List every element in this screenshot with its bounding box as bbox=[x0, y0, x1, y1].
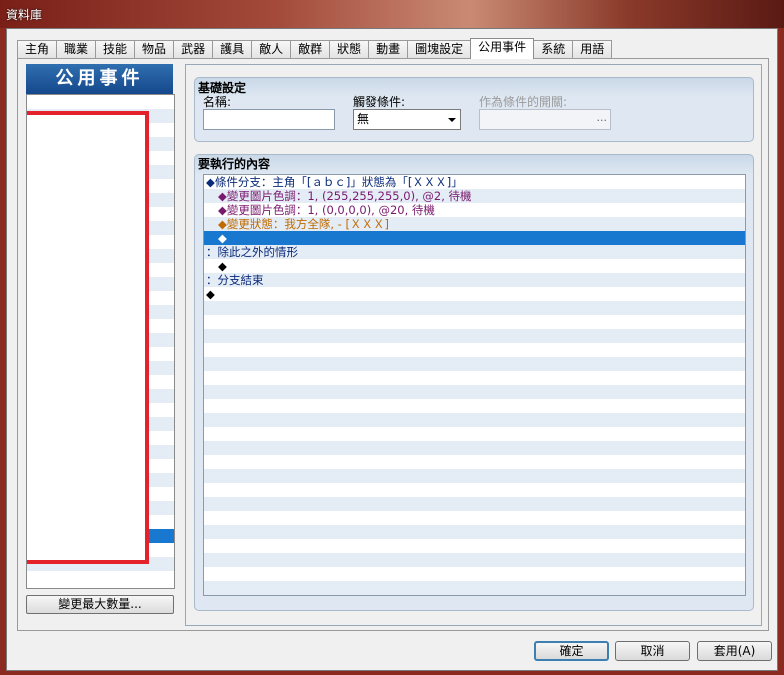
tab-0[interactable]: 主角 bbox=[17, 40, 58, 59]
command-row[interactable] bbox=[204, 343, 745, 357]
command-row[interactable] bbox=[204, 441, 745, 455]
command-row[interactable] bbox=[204, 539, 745, 553]
chevron-down-icon bbox=[448, 118, 456, 122]
tab-11[interactable]: 公用事件 bbox=[470, 38, 535, 59]
left-list-header: 公用事件 bbox=[26, 64, 173, 94]
execution-content-group: 要執行的內容 ◆條件分支：主角「[ａｂｃ]」狀態為「[ＸＸＸ]」 ◆變更圖片色調：… bbox=[194, 154, 754, 611]
command-text: ◆變更圖片色調：1, (255,255,255,0), @2, 待機 bbox=[218, 189, 472, 203]
tab-9[interactable]: 動畫 bbox=[368, 40, 409, 59]
command-row[interactable] bbox=[204, 329, 745, 343]
change-max-button[interactable]: 變更最大數量... bbox=[26, 595, 174, 614]
command-row[interactable] bbox=[204, 567, 745, 581]
list-item[interactable] bbox=[27, 571, 174, 585]
command-text: ◆ bbox=[218, 259, 227, 273]
condition-switch-field: ... bbox=[479, 109, 611, 130]
command-row[interactable] bbox=[204, 399, 745, 413]
command-text: ◆ bbox=[206, 287, 215, 301]
command-text: ：分支結束 bbox=[206, 273, 264, 287]
cancel-button[interactable]: 取消 bbox=[615, 641, 690, 661]
command-row[interactable] bbox=[204, 301, 745, 315]
tab-1[interactable]: 職業 bbox=[56, 40, 97, 59]
tab-12[interactable]: 系統 bbox=[533, 40, 574, 59]
command-row[interactable] bbox=[204, 357, 745, 371]
command-row[interactable]: ：分支結束 bbox=[204, 273, 745, 287]
tab-10[interactable]: 圖塊設定 bbox=[407, 40, 472, 59]
condition-switch-label: 作為條件的開關: bbox=[479, 95, 568, 109]
name-label: 名稱: bbox=[203, 95, 232, 109]
list-item[interactable] bbox=[27, 95, 174, 109]
tab-6[interactable]: 敵人 bbox=[251, 40, 292, 59]
command-text: ◆ bbox=[218, 231, 227, 245]
apply-button[interactable]: 套用(A) bbox=[697, 641, 772, 661]
command-row[interactable] bbox=[204, 497, 745, 511]
command-row[interactable]: ◆ bbox=[204, 231, 745, 245]
common-event-panel: 公用事件 032: 變更最大數量... 基礎設定 名稱: 觸發條件: 無 作為條… bbox=[17, 58, 769, 631]
ellipsis-icon: ... bbox=[596, 111, 608, 124]
trigger-label: 觸發條件: bbox=[353, 95, 406, 109]
event-command-list[interactable]: ◆條件分支：主角「[ａｂｃ]」狀態為「[ＸＸＸ]」 ◆變更圖片色調：1, (255… bbox=[203, 174, 746, 596]
tab-5[interactable]: 護具 bbox=[212, 40, 253, 59]
execution-content-title: 要執行的內容 bbox=[198, 157, 271, 171]
command-row[interactable]: ◆ bbox=[204, 287, 745, 301]
window-title: 資料庫 bbox=[6, 8, 43, 22]
command-row[interactable] bbox=[204, 427, 745, 441]
tab-7[interactable]: 敵群 bbox=[290, 40, 331, 59]
command-row[interactable]: ◆變更圖片色調：1, (0,0,0,0), @20, 待機 bbox=[204, 203, 745, 217]
command-text: ◆條件分支：主角「[ａｂｃ]」狀態為「[ＸＸＸ]」 bbox=[206, 175, 463, 189]
command-row[interactable]: ：除此之外的情形 bbox=[204, 245, 745, 259]
command-text: ：除此之外的情形 bbox=[206, 245, 298, 259]
tab-2[interactable]: 技能 bbox=[95, 40, 136, 59]
tab-3[interactable]: 物品 bbox=[134, 40, 175, 59]
right-panel: 基礎設定 名稱: 觸發條件: 無 作為條件的開關: ... 要執行的內容 ◆條件… bbox=[185, 64, 762, 626]
command-row[interactable] bbox=[204, 371, 745, 385]
tab-8[interactable]: 狀態 bbox=[329, 40, 370, 59]
command-row[interactable]: ◆ bbox=[204, 259, 745, 273]
common-event-list[interactable]: 032: bbox=[26, 94, 175, 589]
database-window: 主角職業技能物品武器護具敵人敵群狀態動畫圖塊設定公用事件系統用語 公用事件 03… bbox=[6, 28, 778, 671]
command-row[interactable] bbox=[204, 581, 745, 595]
command-row[interactable] bbox=[204, 483, 745, 497]
tab-4[interactable]: 武器 bbox=[173, 40, 214, 59]
redaction-box bbox=[27, 111, 149, 564]
command-row[interactable] bbox=[204, 385, 745, 399]
command-text: ◆變更圖片色調：1, (0,0,0,0), @20, 待機 bbox=[218, 203, 435, 217]
command-row[interactable] bbox=[204, 525, 745, 539]
ok-button[interactable]: 確定 bbox=[534, 641, 609, 661]
command-row[interactable]: ◆變更狀態：我方全隊, - [ＸＸＸ] bbox=[204, 217, 745, 231]
name-field[interactable] bbox=[203, 109, 335, 130]
command-row[interactable] bbox=[204, 315, 745, 329]
command-text: ◆變更狀態：我方全隊, - [ＸＸＸ] bbox=[218, 217, 389, 231]
trigger-select[interactable]: 無 bbox=[353, 109, 461, 130]
tab-strip: 主角 職業 技能 物品 武器 護具 敵人 敵群 狀態 動畫 圖塊設定 公用事件 系統 用語 bbox=[17, 38, 613, 59]
command-row[interactable]: ◆變更圖片色調：1, (255,255,255,0), @2, 待機 bbox=[204, 189, 745, 203]
trigger-value: 無 bbox=[357, 112, 370, 126]
title-bar: 資料庫 bbox=[0, 0, 784, 28]
command-row[interactable] bbox=[204, 469, 745, 483]
command-row[interactable]: ◆條件分支：主角「[ａｂｃ]」狀態為「[ＸＸＸ]」 bbox=[204, 175, 745, 189]
command-row[interactable] bbox=[204, 413, 745, 427]
basic-settings-group: 基礎設定 名稱: 觸發條件: 無 作為條件的開關: ... bbox=[194, 77, 754, 142]
command-row[interactable] bbox=[204, 553, 745, 567]
command-row[interactable] bbox=[204, 511, 745, 525]
command-row[interactable] bbox=[204, 455, 745, 469]
tab-13[interactable]: 用語 bbox=[572, 40, 613, 59]
